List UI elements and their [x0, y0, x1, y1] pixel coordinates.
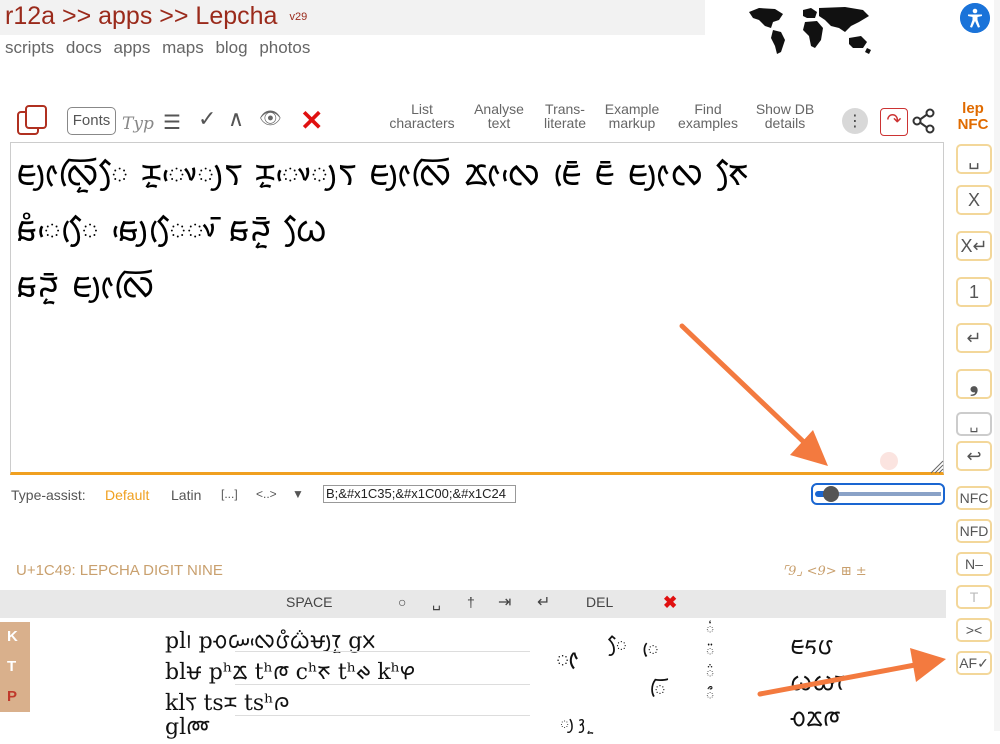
annotation-arrows	[679, 323, 946, 697]
